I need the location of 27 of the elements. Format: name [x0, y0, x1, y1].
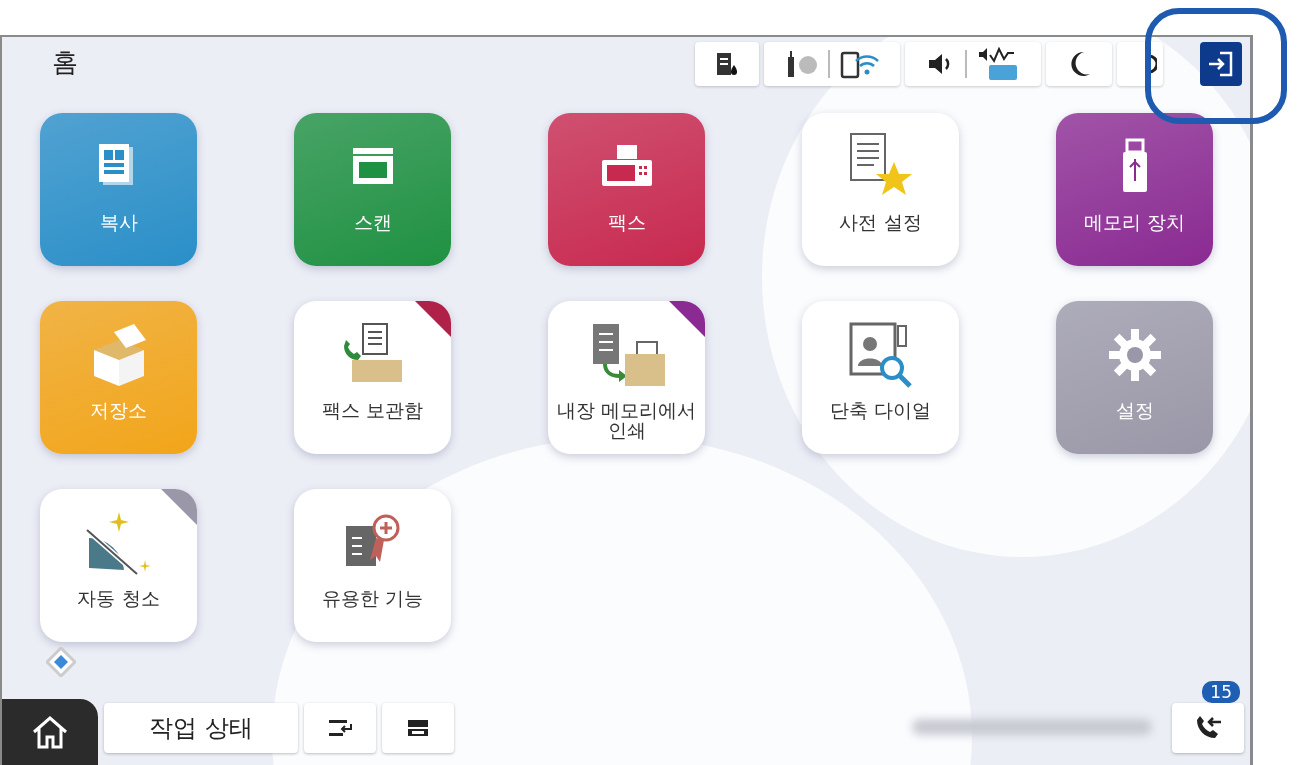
app-tile[interactable]: 팩스 — [548, 113, 705, 266]
home-icon — [30, 714, 70, 750]
app-tile[interactable]: 사전 설정 — [802, 113, 959, 266]
queue-button[interactable] — [304, 703, 376, 753]
page-title: 홈 — [52, 46, 78, 79]
app-tile[interactable]: 메모리 장치 — [1056, 113, 1213, 266]
layout-button[interactable] — [382, 703, 454, 753]
ink-cartridge-icon — [715, 51, 739, 77]
status-button[interactable] — [1200, 42, 1242, 86]
app-tile[interactable]: 팩스 보관함 — [294, 301, 451, 454]
stacked-bars-icon — [407, 719, 429, 737]
job-status-button[interactable]: 작업 상태 — [104, 703, 298, 753]
wifi-tablet-icon — [840, 49, 880, 79]
app-tile[interactable]: 내장 메모리에서 인쇄 — [548, 301, 705, 454]
status-button[interactable] — [1046, 42, 1112, 86]
fax-log-button[interactable] — [1172, 703, 1244, 753]
diamond-icon — [46, 647, 76, 677]
count-badge: 15 — [1202, 681, 1240, 703]
status-button[interactable] — [905, 42, 1041, 86]
status-button[interactable] — [764, 42, 900, 86]
home-button[interactable] — [2, 699, 98, 765]
status-button[interactable] — [695, 42, 759, 86]
app-tile[interactable]: 스캔 — [294, 113, 451, 266]
app-tile[interactable]: 단축 다이얼 — [802, 301, 959, 454]
return-lines-icon — [327, 718, 353, 738]
app-tile[interactable]: 유용한 기능 — [294, 489, 451, 642]
app-tile[interactable]: 자동 청소 — [40, 489, 197, 642]
